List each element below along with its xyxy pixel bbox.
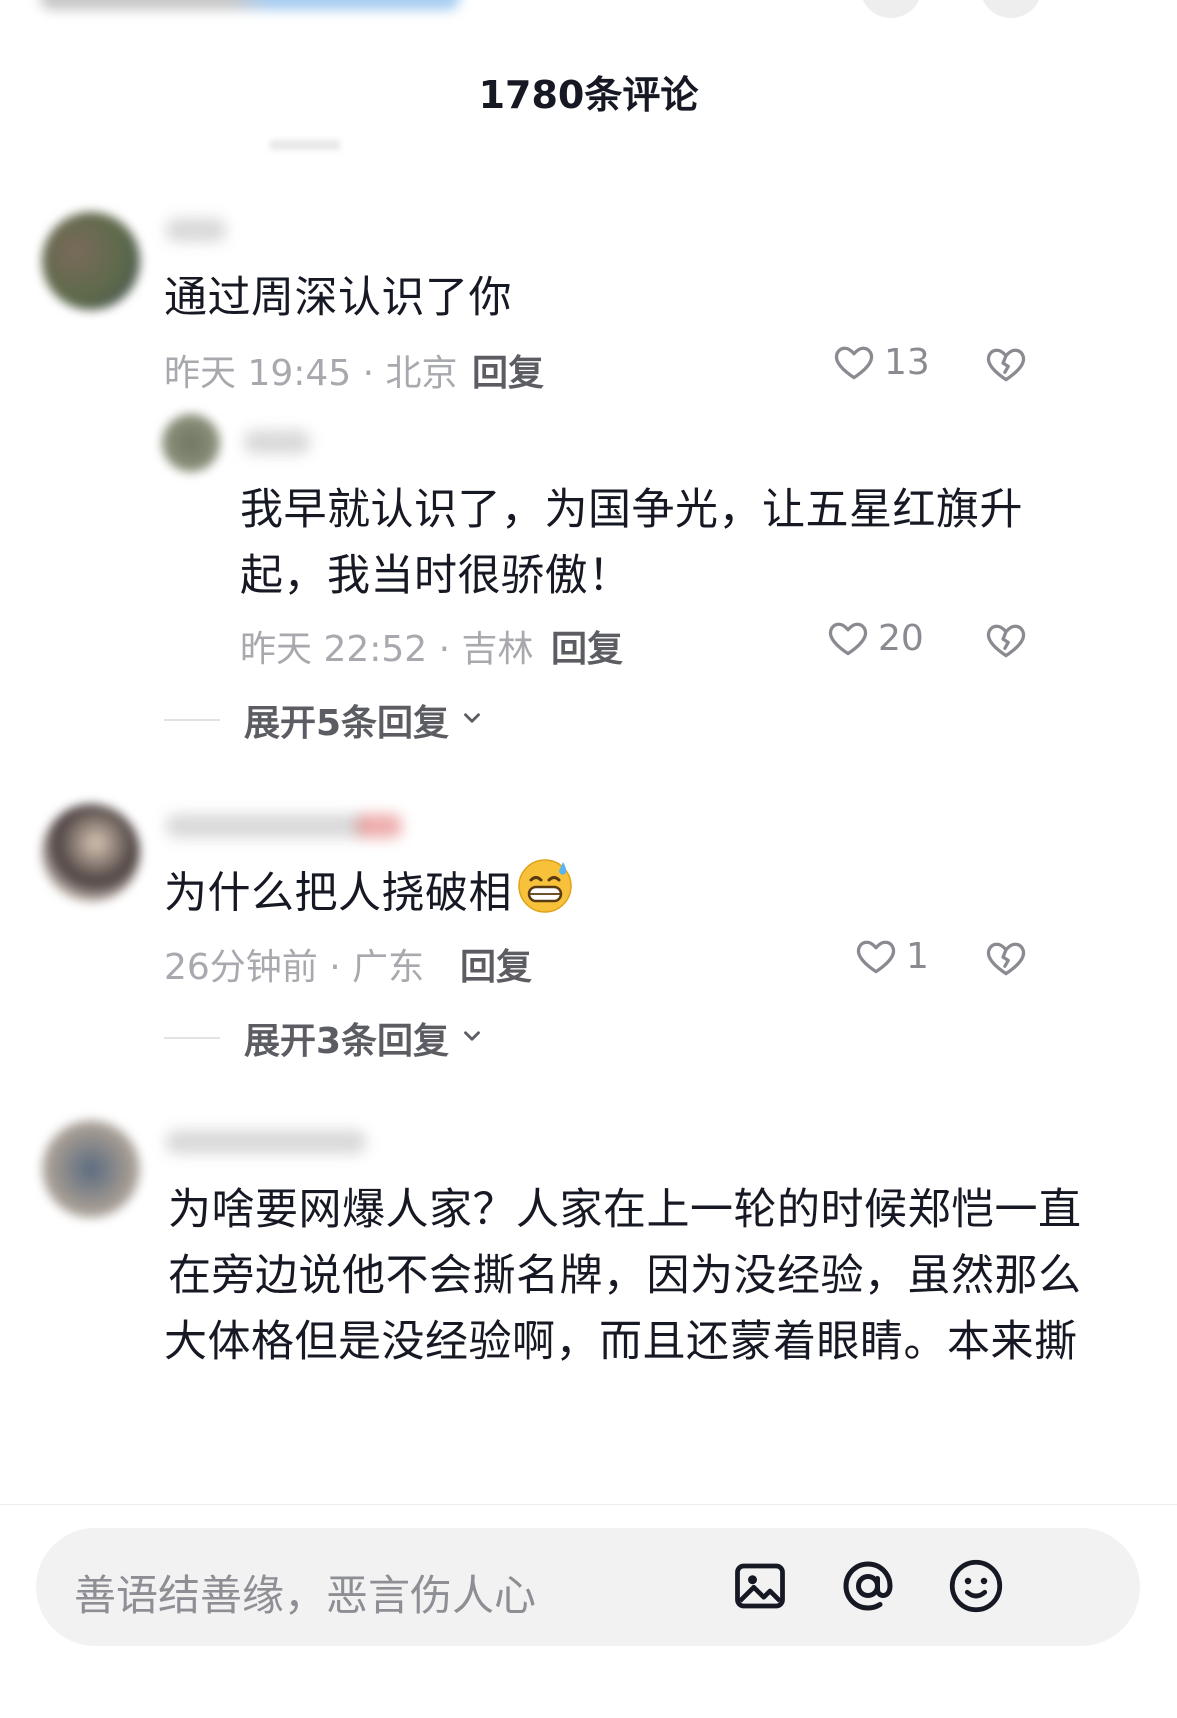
broken-heart-icon xyxy=(984,618,1028,662)
comment-text-line: 为啥要网爆人家？人家在上一轮的时候郑恺一直 xyxy=(168,1185,1082,1235)
dislike-button[interactable] xyxy=(984,342,1028,386)
chevron-down-icon xyxy=(459,705,485,735)
comment-text-content: 为什么把人挠破相 xyxy=(164,868,512,919)
emoji-icon[interactable] xyxy=(946,1556,1006,1620)
heart-icon xyxy=(854,934,898,978)
avatar[interactable] xyxy=(162,414,220,472)
dislike-button[interactable] xyxy=(984,618,1028,662)
comment-time-location: 26分钟前 · 广东 xyxy=(164,947,425,988)
blurred-video-title xyxy=(40,0,460,10)
divider-line xyxy=(164,1037,220,1039)
at-icon[interactable] xyxy=(838,1556,898,1620)
like-count: 13 xyxy=(884,341,930,383)
blurred-username[interactable] xyxy=(244,430,310,454)
expand-replies-label: 展开5条回复 xyxy=(244,703,450,744)
chevron-down-icon xyxy=(459,1023,485,1053)
top-button[interactable] xyxy=(980,0,1042,18)
comment-text-line: 大体格但是没经验啊，而且还蒙着眼睛。本来撕 xyxy=(164,1317,1078,1367)
input-divider xyxy=(0,1504,1177,1505)
blurred-residue xyxy=(270,140,340,150)
reply-text-line: 起，我当时很骄傲！ xyxy=(240,551,632,601)
top-cutoff xyxy=(0,0,1177,20)
like-count: 20 xyxy=(878,617,924,659)
reply-text-line: 我早就认识了，为国争光，让五星红旗升 xyxy=(240,485,1023,535)
dislike-button[interactable] xyxy=(984,936,1028,980)
comment-input[interactable]: 善语结善缘，恶言伤人心 xyxy=(36,1528,1140,1646)
like-button[interactable]: 1 xyxy=(854,934,929,978)
blurred-username[interactable] xyxy=(166,1130,366,1154)
comment-text: 为什么把人挠破相 xyxy=(164,856,574,936)
blurred-username[interactable] xyxy=(166,814,366,838)
like-count: 1 xyxy=(906,935,929,977)
comment-count-title: 1780条评论 xyxy=(478,73,699,117)
expand-replies-button[interactable]: 展开3条回复 xyxy=(164,1012,485,1064)
expand-replies-label: 展开3条回复 xyxy=(244,1021,450,1062)
heart-icon xyxy=(826,616,870,660)
bottom-safe-area xyxy=(0,1672,1177,1718)
comment-time-location: 昨天 19:45 · 北京 xyxy=(164,353,458,394)
broken-heart-icon xyxy=(984,936,1028,980)
expand-replies-button[interactable]: 展开5条回复 xyxy=(164,694,485,746)
blurred-badge xyxy=(356,814,402,838)
image-icon[interactable] xyxy=(730,1556,790,1620)
comment-text: 通过周深认识了你 xyxy=(164,273,512,323)
broken-heart-icon xyxy=(984,342,1028,386)
heart-icon xyxy=(832,340,876,384)
grinning-sweat-emoji-icon xyxy=(516,856,574,936)
like-button[interactable]: 20 xyxy=(826,616,924,660)
reply-button[interactable]: 回复 xyxy=(460,938,532,990)
blurred-username[interactable] xyxy=(166,218,226,242)
comment-input-placeholder: 善语结善缘，恶言伤人心 xyxy=(74,1571,537,1620)
like-button[interactable]: 13 xyxy=(832,340,930,384)
reply-button[interactable]: 回复 xyxy=(472,344,544,396)
avatar[interactable] xyxy=(42,804,140,902)
avatar[interactable] xyxy=(42,1120,140,1218)
top-button[interactable] xyxy=(860,0,922,18)
comment-text-line: 在旁边说他不会撕名牌，因为没经验，虽然那么 xyxy=(168,1251,1082,1301)
reply-time-location: 昨天 22:52 · 吉林 xyxy=(240,629,534,670)
reply-button[interactable]: 回复 xyxy=(551,620,623,672)
avatar[interactable] xyxy=(42,212,140,310)
divider-line xyxy=(164,719,220,721)
